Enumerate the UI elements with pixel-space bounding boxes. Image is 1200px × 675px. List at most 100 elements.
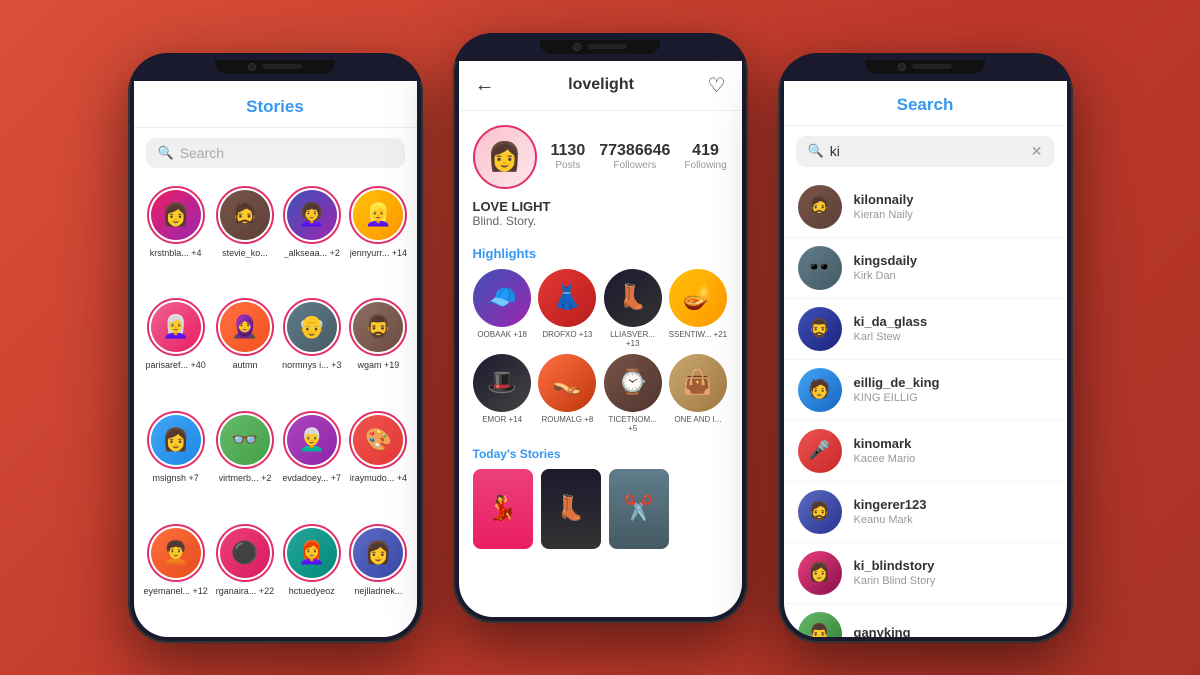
profile-stats: 1130 Posts 77386646 Followers 419 Follow… xyxy=(551,142,728,171)
phone-search: Search 🔍 ki ✕ 🧔 kilonnaily Kieran Naily … xyxy=(778,53,1073,643)
today-story-item[interactable]: ✂️ xyxy=(609,469,669,549)
search-input-value[interactable]: ki xyxy=(830,143,1025,159)
highlight-circle: 🧢 xyxy=(473,269,531,327)
story-avatar-inner: 🧔‍♂️ xyxy=(353,302,403,352)
result-item[interactable]: 🧔 kingerer123 Keanu Mark xyxy=(784,482,1067,543)
story-avatar: 👩‍🦰 xyxy=(283,524,341,582)
highlight-item[interactable]: 👗 DROFXO +13 xyxy=(538,269,597,348)
today-story-item[interactable]: 👢 xyxy=(541,469,601,549)
highlight-circle: 👜 xyxy=(669,354,727,412)
search-input-bar[interactable]: 🔍 ki ✕ xyxy=(796,136,1055,167)
story-avatar-inner: 👨‍🦳 xyxy=(287,415,337,465)
story-avatar: 👨‍🦳 xyxy=(283,411,341,469)
story-item[interactable]: 🧔‍♂️ wgam +19 xyxy=(349,298,407,403)
result-avatar: 🧑 xyxy=(798,368,842,412)
highlight-item[interactable]: 👜 ONE AND I... xyxy=(668,354,727,433)
result-item[interactable]: 🎤 kinomark Kacee Mario xyxy=(784,421,1067,482)
story-avatar-inner: 👴 xyxy=(287,302,337,352)
story-avatar-inner: 🧔 xyxy=(220,190,270,240)
heart-icon[interactable]: ♡ xyxy=(708,73,726,98)
highlight-label: SSENTIW... +21 xyxy=(669,330,727,339)
today-story-item[interactable]: 💃 xyxy=(473,469,533,549)
story-item[interactable]: 👩‍🦳 parisaref... +40 xyxy=(144,298,208,403)
search-results: 🧔 kilonnaily Kieran Naily 🕶️ kingsdaily … xyxy=(784,177,1067,637)
story-item[interactable]: 🧕 autmn xyxy=(216,298,274,403)
story-avatar-inner: 👩 xyxy=(151,415,201,465)
result-item[interactable]: 👨 ganyking xyxy=(784,604,1067,637)
phone-notch-center xyxy=(453,33,748,61)
result-avatar: 🧔‍♂️ xyxy=(798,307,842,351)
story-item[interactable]: 👓 virtmerb... +2 xyxy=(216,411,274,516)
search-screen: Search 🔍 ki ✕ 🧔 kilonnaily Kieran Naily … xyxy=(784,81,1067,637)
story-label: wgam +19 xyxy=(357,360,399,370)
result-name: Kacee Mario xyxy=(854,453,916,465)
story-item[interactable]: 👩 krstnbla... +4 xyxy=(144,186,208,291)
result-item[interactable]: 🕶️ kingsdaily Kirk Dan xyxy=(784,238,1067,299)
story-item[interactable]: 👩‍🦰 hctuedyeoz xyxy=(282,524,341,629)
notch-bar-left xyxy=(215,60,335,74)
story-avatar: 🧔 xyxy=(216,186,274,244)
result-info: ki_blindstory Karin Blind Story xyxy=(854,558,936,587)
story-item[interactable]: 🧔 stevie_ko... xyxy=(216,186,274,291)
story-item[interactable]: 👩 nejlladnek... xyxy=(349,524,407,629)
today-stories: 💃👢✂️ xyxy=(459,465,742,553)
highlights-grid: 🧢 OOBAAK +18 👗 DROFXO +13 👢 LLIASVER... … xyxy=(473,269,728,433)
result-item[interactable]: 🧔 kilonnaily Kieran Naily xyxy=(784,177,1067,238)
highlight-item[interactable]: ⌚ TICETNOM... +5 xyxy=(603,354,662,433)
highlight-item[interactable]: 👡 ROUMALG +8 xyxy=(538,354,597,433)
highlight-label: EMOR +14 xyxy=(482,415,522,424)
highlight-item[interactable]: 🧢 OOBAAK +18 xyxy=(473,269,532,348)
story-item[interactable]: 👴 normnys i... +3 xyxy=(282,298,341,403)
story-avatar: ⚫ xyxy=(216,524,274,582)
camera-center xyxy=(573,43,581,51)
highlight-label: DROFXO +13 xyxy=(542,330,592,339)
stat-followers: 77386646 Followers xyxy=(599,142,670,171)
highlight-item[interactable]: 👢 LLIASVER... +13 xyxy=(603,269,662,348)
stories-grid: 👩 krstnbla... +4 🧔 stevie_ko... 👩‍🦱 _alk… xyxy=(134,178,417,637)
story-avatar: 👩‍🦳 xyxy=(147,298,205,356)
posts-value: 1130 xyxy=(551,142,586,160)
result-item[interactable]: 🧔‍♂️ ki_da_glass Karl Stew xyxy=(784,299,1067,360)
camera-left xyxy=(248,63,256,71)
result-info: ganyking xyxy=(854,625,911,637)
story-item[interactable]: ⚫ rganaira... +22 xyxy=(216,524,274,629)
story-item[interactable]: 🎨 iraymudo... +4 xyxy=(349,411,407,516)
search-clear-icon[interactable]: ✕ xyxy=(1031,143,1043,160)
highlight-label: TICETNOM... +5 xyxy=(603,415,662,433)
highlight-circle: 🎩 xyxy=(473,354,531,412)
back-button[interactable]: ← xyxy=(475,74,495,97)
result-item[interactable]: 👩 ki_blindstory Karin Blind Story xyxy=(784,543,1067,604)
highlight-label: ONE AND I... xyxy=(674,415,721,424)
story-item[interactable]: 👩‍🦱 _alkseaa... +2 xyxy=(282,186,341,291)
story-item[interactable]: 👨‍🦳 evdadoey... +7 xyxy=(282,411,341,516)
story-avatar-inner: 👩 xyxy=(151,190,201,240)
bio-text: Blind. Story. xyxy=(473,214,728,228)
profile-header: ← lovelight ♡ xyxy=(459,61,742,111)
story-item[interactable]: 👩 mslgnsh +7 xyxy=(144,411,208,516)
highlight-item[interactable]: 🪔 SSENTIW... +21 xyxy=(668,269,727,348)
highlight-label: ROUMALG +8 xyxy=(541,415,593,424)
story-avatar: 🧕 xyxy=(216,298,274,356)
story-item[interactable]: 🧑‍🦱 eyemanel... +12 xyxy=(144,524,208,629)
story-avatar: 👩‍🦱 xyxy=(283,186,341,244)
search-title: Search xyxy=(784,95,1067,115)
highlight-item[interactable]: 🎩 EMOR +14 xyxy=(473,354,532,433)
profile-username: lovelight xyxy=(568,76,634,94)
search-screen-header: Search xyxy=(784,81,1067,126)
phone-notch-right xyxy=(778,53,1073,81)
story-item[interactable]: 👱‍♀️ jennyurr... +14 xyxy=(349,186,407,291)
story-label: nejlladnek... xyxy=(354,586,402,596)
story-label: normnys i... +3 xyxy=(282,360,341,370)
stories-search-bar[interactable]: 🔍 Search xyxy=(146,138,405,168)
result-item[interactable]: 🧑 eillig_de_king KING EILLIG xyxy=(784,360,1067,421)
result-info: eillig_de_king KING EILLIG xyxy=(854,375,940,404)
story-label: parisaref... +40 xyxy=(146,360,206,370)
following-label: Following xyxy=(684,160,726,171)
story-label: stevie_ko... xyxy=(222,248,268,258)
phone-profile: ← lovelight ♡ 👩 1130 Posts 77386646 Foll… xyxy=(453,33,748,623)
result-avatar: 👨 xyxy=(798,612,842,637)
story-label: krstnbla... +4 xyxy=(150,248,202,258)
search-icon: 🔍 xyxy=(158,145,174,161)
story-avatar: 🎨 xyxy=(349,411,407,469)
stat-following: 419 Following xyxy=(684,142,726,171)
